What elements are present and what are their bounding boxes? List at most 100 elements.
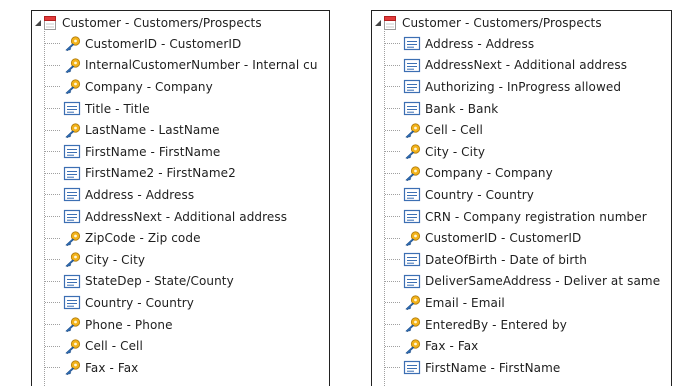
field-icon bbox=[403, 36, 421, 51]
field-icon bbox=[403, 58, 421, 73]
tree-item-label: CustomerID - CustomerID bbox=[425, 231, 582, 246]
tree-item[interactable]: Company - Company bbox=[32, 76, 329, 98]
tree-item-label: City - City bbox=[85, 252, 146, 267]
tree-item[interactable]: FirstName2 - FirstName2 bbox=[32, 163, 329, 185]
tree-root-node[interactable]: Customer - Customers/Prospects bbox=[374, 13, 602, 33]
key-icon bbox=[403, 295, 421, 310]
tree-item-label: Fax - Fax bbox=[85, 360, 139, 375]
tree-item-label: DateOfBirth - Date of birth bbox=[425, 252, 587, 267]
key-icon bbox=[63, 339, 81, 354]
tree-item[interactable]: City - City bbox=[32, 249, 329, 271]
tree-item[interactable]: Country - Country bbox=[32, 292, 329, 314]
collapse-arrow-icon[interactable] bbox=[374, 19, 382, 27]
key-icon bbox=[63, 58, 81, 73]
field-icon bbox=[403, 101, 421, 116]
tree-item[interactable]: Address - Address bbox=[372, 33, 671, 55]
tree-item-label: AddressNext - Additional address bbox=[85, 209, 288, 224]
tree-root-label: Customer - Customers/Prospects bbox=[402, 16, 602, 30]
tree-item[interactable]: LastName - LastName bbox=[32, 119, 329, 141]
tree-item[interactable]: CRN - Company registration number bbox=[372, 206, 671, 228]
tree-item-label: Cell - Cell bbox=[85, 339, 143, 354]
tree-item[interactable]: Cell - Cell bbox=[32, 335, 329, 357]
field-icon bbox=[63, 274, 81, 289]
key-icon bbox=[403, 123, 421, 138]
tree-item[interactable]: Fax - Fax bbox=[32, 357, 329, 379]
field-icon bbox=[63, 187, 81, 202]
tree-item-label: FirstName2 - FirstName2 bbox=[85, 166, 236, 181]
tree-item[interactable]: StateDep - State/County bbox=[32, 271, 329, 293]
table-icon bbox=[44, 16, 56, 30]
tree-item-label: Country - Country bbox=[85, 295, 195, 310]
key-icon bbox=[63, 252, 81, 267]
tree-item[interactable]: AddressNext - Additional address bbox=[32, 206, 329, 228]
key-icon bbox=[63, 231, 81, 246]
key-icon bbox=[403, 317, 421, 332]
tree-item[interactable]: Fax - Fax bbox=[372, 335, 671, 357]
key-icon bbox=[403, 144, 421, 159]
tree-item-label: Address - Address bbox=[425, 36, 535, 51]
tree-item[interactable]: AddressNext - Additional address bbox=[372, 55, 671, 77]
key-icon bbox=[403, 231, 421, 246]
tree-item[interactable]: CustomerID - CustomerID bbox=[32, 33, 329, 55]
tree-item-label: Bank - Bank bbox=[425, 101, 499, 116]
tree-item[interactable]: EnteredBy - Entered by bbox=[372, 314, 671, 336]
field-icon bbox=[403, 187, 421, 202]
tree-item[interactable]: DeliverSameAddress - Deliver at same bbox=[372, 271, 671, 293]
tree-item-label: Title - Title bbox=[85, 101, 150, 116]
tree-item-label: Company - Company bbox=[85, 79, 213, 94]
tree-item[interactable]: DateOfBirth - Date of birth bbox=[372, 249, 671, 271]
tree-item[interactable]: Country - Country bbox=[372, 184, 671, 206]
right-tree-panel: Customer - Customers/Prospects Address -… bbox=[371, 10, 672, 386]
tree-item[interactable]: Bank - Bank bbox=[372, 98, 671, 120]
field-icon bbox=[403, 274, 421, 289]
tree-item-label: Authorizing - InProgress allowed bbox=[425, 79, 622, 94]
tree-root-label: Customer - Customers/Prospects bbox=[62, 16, 262, 30]
field-icon bbox=[403, 209, 421, 224]
tree-item-label: ZipCode - Zip code bbox=[85, 231, 201, 246]
tree-item[interactable]: FirstName - FirstName bbox=[372, 357, 671, 379]
field-icon bbox=[63, 144, 81, 159]
tree-item-label: Phone - Phone bbox=[85, 317, 173, 332]
key-icon bbox=[63, 123, 81, 138]
tree-item[interactable]: City - City bbox=[372, 141, 671, 163]
tree-item-label: AddressNext - Additional address bbox=[425, 58, 628, 73]
field-icon bbox=[63, 295, 81, 310]
table-icon bbox=[384, 16, 396, 30]
tree-item[interactable]: FirstName - FirstName bbox=[32, 141, 329, 163]
collapse-arrow-icon[interactable] bbox=[34, 19, 42, 27]
tree-item[interactable]: Cell - Cell bbox=[372, 119, 671, 141]
field-icon bbox=[63, 101, 81, 116]
tree-item[interactable]: CustomerID - CustomerID bbox=[372, 227, 671, 249]
tree-item[interactable]: InternalCustomerNumber - Internal cu bbox=[32, 55, 329, 77]
tree-item-label: Company - Company bbox=[425, 166, 553, 181]
key-icon bbox=[63, 317, 81, 332]
tree-item-label: DeliverSameAddress - Deliver at same bbox=[425, 274, 661, 289]
tree-item-label: InternalCustomerNumber - Internal cu bbox=[85, 58, 318, 73]
tree-item-label: CustomerID - CustomerID bbox=[85, 36, 242, 51]
key-icon bbox=[403, 166, 421, 181]
tree-item-label: Email - Email bbox=[425, 295, 505, 310]
tree-item[interactable]: ZipCode - Zip code bbox=[32, 227, 329, 249]
tree-children: Address - Address AddressNext - Addition… bbox=[372, 33, 671, 379]
field-icon bbox=[403, 252, 421, 267]
tree-item-label: FirstName - FirstName bbox=[85, 144, 221, 159]
tree-item-label: City - City bbox=[425, 144, 486, 159]
tree-item-label: Address - Address bbox=[85, 187, 195, 202]
field-icon bbox=[63, 166, 81, 181]
key-icon bbox=[63, 79, 81, 94]
tree-item[interactable]: Phone - Phone bbox=[32, 314, 329, 336]
tree-item[interactable]: Email - Email bbox=[372, 292, 671, 314]
tree-item-label: EnteredBy - Entered by bbox=[425, 317, 567, 332]
key-icon bbox=[63, 360, 81, 375]
tree-item-label: FirstName - FirstName bbox=[425, 360, 561, 375]
tree-item-label: Country - Country bbox=[425, 187, 535, 202]
tree-item[interactable]: Address - Address bbox=[32, 184, 329, 206]
tree-item[interactable]: Title - Title bbox=[32, 98, 329, 120]
tree-item-label: Fax - Fax bbox=[425, 339, 479, 354]
tree-item[interactable]: Company - Company bbox=[372, 163, 671, 185]
tree-children: CustomerID - CustomerID InternalCustomer… bbox=[32, 33, 329, 379]
field-icon bbox=[403, 79, 421, 94]
tree-item[interactable]: Authorizing - InProgress allowed bbox=[372, 76, 671, 98]
tree-item-label: CRN - Company registration number bbox=[425, 209, 647, 224]
tree-root-node[interactable]: Customer - Customers/Prospects bbox=[34, 13, 262, 33]
